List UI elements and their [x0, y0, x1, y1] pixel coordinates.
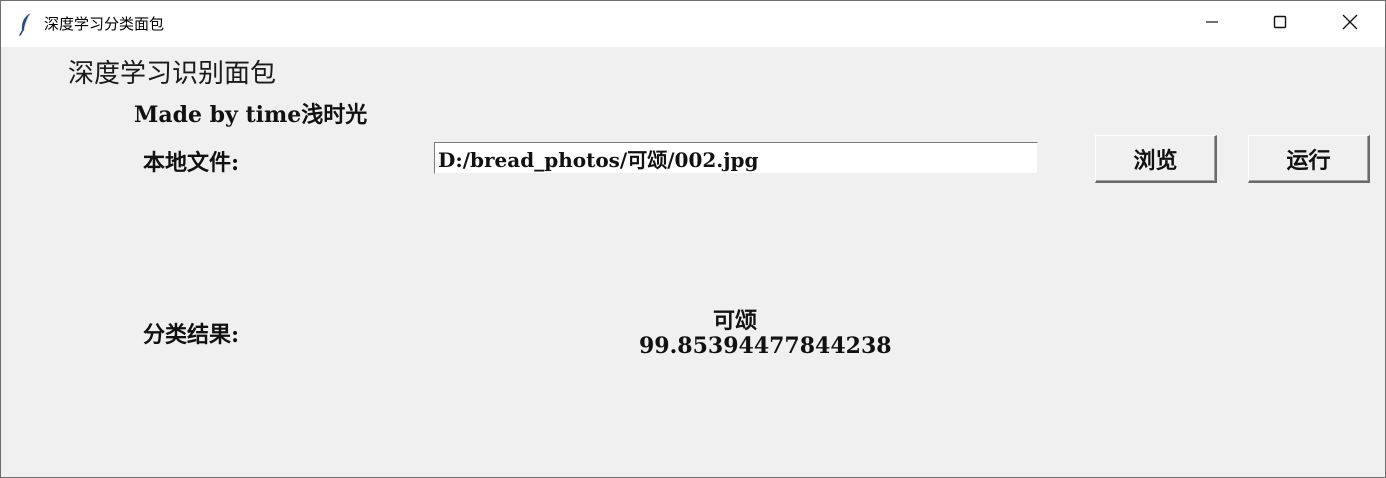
author-subtitle: Made by time浅时光 [134, 102, 368, 128]
result-score: 99.85394477844238 [639, 333, 892, 359]
page-title: 深度学习识别面包 [68, 59, 277, 89]
run-button[interactable]: 运行 [1248, 135, 1370, 183]
window-title: 深度学习分类面包 [44, 15, 165, 33]
maximize-icon [1272, 14, 1288, 35]
file-path-input[interactable] [434, 142, 1038, 174]
main-panel: 深度学习识别面包 Made by time浅时光 本地文件: 浏览 运行 分类结… [1, 47, 1385, 477]
maximize-button[interactable] [1245, 1, 1315, 47]
feather-icon [18, 12, 34, 36]
app-window: 深度学习分类面包 深度学习识别面包 Made by time浅时光 本地文件: … [0, 0, 1386, 478]
local-file-label: 本地文件: [143, 150, 240, 176]
browse-button[interactable]: 浏览 [1095, 135, 1217, 183]
classification-result-label: 分类结果: [143, 322, 240, 348]
title-bar[interactable]: 深度学习分类面包 [1, 1, 1385, 47]
minimize-button[interactable] [1177, 1, 1247, 47]
close-icon [1341, 13, 1359, 36]
close-button[interactable] [1315, 1, 1385, 47]
minimize-icon [1204, 14, 1220, 35]
result-class-name: 可颂 [713, 308, 758, 334]
